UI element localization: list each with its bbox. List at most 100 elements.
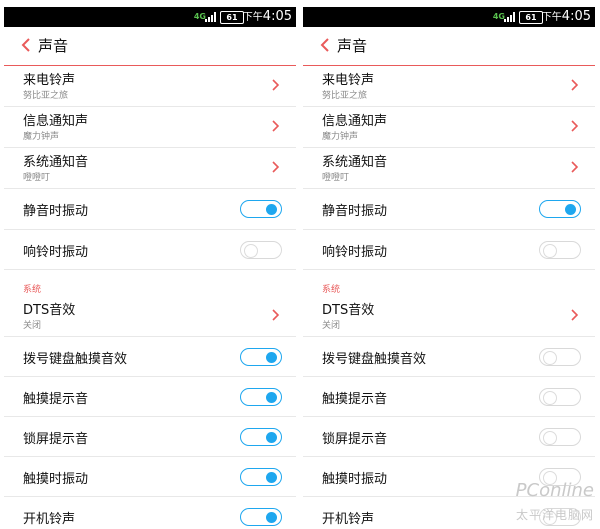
- setting-row[interactable]: 开机铃声: [4, 497, 296, 529]
- chevron-right-icon: [571, 79, 579, 91]
- signal-icon: [205, 11, 216, 22]
- toggle-knob: [543, 431, 557, 445]
- chevron-right-icon: [272, 79, 280, 91]
- setting-row[interactable]: 拨号键盘触摸音效: [303, 337, 595, 377]
- clock: 下午4:05: [243, 8, 292, 24]
- setting-value: 关闭: [322, 321, 341, 331]
- toggle-knob: [266, 352, 277, 363]
- clock-ampm: 下午: [242, 12, 263, 23]
- setting-label: 响铃时振动: [322, 245, 388, 260]
- setting-row[interactable]: 系统通知音 噔噔叮: [4, 148, 296, 189]
- toggle-switch[interactable]: [539, 428, 581, 446]
- toggle-switch[interactable]: [539, 348, 581, 366]
- toggle-knob: [266, 472, 277, 483]
- battery-icon: 61: [220, 11, 244, 24]
- setting-label: 开机铃声: [23, 512, 76, 527]
- status-bar: 4G 61 下午4:05: [303, 7, 595, 27]
- setting-row[interactable]: 静音时振动: [303, 189, 595, 230]
- setting-value: 噔噔叮: [23, 173, 51, 183]
- toggle-knob: [266, 512, 277, 523]
- setting-row[interactable]: 来电铃声 努比亚之旅: [4, 66, 296, 107]
- setting-label: 静音时振动: [23, 204, 89, 219]
- status-bar: 4G 61 下午4:05: [4, 7, 296, 27]
- back-arrow-icon[interactable]: [18, 36, 34, 54]
- chevron-right-icon: [272, 161, 280, 173]
- setting-value: 魔力钟声: [23, 132, 60, 142]
- setting-value: 关闭: [23, 321, 42, 331]
- setting-row[interactable]: 响铃时振动: [303, 230, 595, 270]
- setting-label: 触摸提示音: [23, 392, 89, 407]
- toggle-switch[interactable]: [240, 388, 282, 406]
- toggle-knob: [543, 244, 557, 258]
- toggle-switch[interactable]: [240, 508, 282, 526]
- chevron-right-icon: [272, 309, 280, 321]
- toggle-switch[interactable]: [240, 428, 282, 446]
- setting-label: 信息通知声: [322, 114, 388, 129]
- toggle-switch[interactable]: [539, 388, 581, 406]
- setting-row[interactable]: 拨号键盘触摸音效: [4, 337, 296, 377]
- setting-row[interactable]: 静音时振动: [4, 189, 296, 230]
- toggle-knob: [565, 204, 576, 215]
- watermark-logo: PConline 太平洋电脑网: [470, 478, 598, 526]
- toggle-knob: [266, 432, 277, 443]
- title-bar: 声音: [4, 27, 296, 66]
- clock-ampm: 下午: [541, 12, 562, 23]
- setting-row[interactable]: 锁屏提示音: [4, 417, 296, 457]
- clock: 下午4:05: [542, 8, 591, 24]
- setting-label: 拨号键盘触摸音效: [23, 352, 128, 367]
- setting-label: DTS音效: [23, 303, 76, 318]
- setting-label: 来电铃声: [23, 73, 76, 88]
- toggle-switch[interactable]: [240, 200, 282, 218]
- setting-row[interactable]: 触摸时振动: [4, 457, 296, 497]
- setting-row[interactable]: 来电铃声 努比亚之旅: [303, 66, 595, 107]
- setting-label: 系统通知音: [322, 155, 388, 170]
- setting-label: 触摸时振动: [322, 472, 388, 487]
- setting-label: 响铃时振动: [23, 245, 89, 260]
- setting-label: 来电铃声: [322, 73, 375, 88]
- toggle-switch[interactable]: [539, 200, 581, 218]
- toggle-knob: [266, 392, 277, 403]
- settings-list: 来电铃声 努比亚之旅 信息通知声 魔力钟声 系统通知音 噔噔叮 静音时振动 响铃时振动 系统 DT…: [4, 66, 296, 529]
- setting-label: 触摸提示音: [322, 392, 388, 407]
- setting-row[interactable]: 信息通知声 魔力钟声: [303, 107, 595, 148]
- toggle-switch[interactable]: [539, 241, 581, 259]
- setting-value: 魔力钟声: [322, 132, 359, 142]
- toggle-knob: [543, 391, 557, 405]
- setting-row[interactable]: DTS音效关闭: [303, 296, 595, 337]
- watermark-main: PConline: [515, 480, 594, 501]
- toggle-switch[interactable]: [240, 348, 282, 366]
- battery-icon: 61: [519, 11, 543, 24]
- setting-label: 开机铃声: [322, 512, 375, 527]
- setting-value: 噔噔叮: [322, 173, 350, 183]
- setting-label: 触摸时振动: [23, 472, 89, 487]
- signal-icon: [504, 11, 515, 22]
- section-header: 系统: [4, 270, 296, 296]
- section-label: 系统: [322, 285, 341, 295]
- setting-label: DTS音效: [322, 303, 375, 318]
- chevron-right-icon: [272, 120, 280, 132]
- toggle-switch[interactable]: [240, 241, 282, 259]
- setting-row[interactable]: 响铃时振动: [4, 230, 296, 270]
- page-title: 声音: [337, 37, 368, 55]
- setting-label: 静音时振动: [322, 204, 388, 219]
- setting-label: 锁屏提示音: [322, 432, 388, 447]
- toggle-switch[interactable]: [240, 468, 282, 486]
- setting-row[interactable]: 信息通知声 魔力钟声: [4, 107, 296, 148]
- chevron-right-icon: [571, 161, 579, 173]
- setting-value: 努比亚之旅: [322, 91, 368, 101]
- section-label: 系统: [23, 285, 42, 295]
- left-screenshot: 4G 61 下午4:05 声音 来电铃声 努比亚之旅信息通知声魔力钟声系统通知音噔…: [4, 7, 296, 529]
- back-arrow-icon[interactable]: [317, 36, 333, 54]
- toggle-knob: [543, 351, 557, 365]
- setting-row[interactable]: 系统通知音 噔噔叮: [303, 148, 595, 189]
- chevron-right-icon: [571, 309, 579, 321]
- setting-row[interactable]: 触摸提示音: [4, 377, 296, 417]
- clock-time: 4:05: [561, 9, 591, 24]
- setting-row[interactable]: DTS音效关闭: [4, 296, 296, 337]
- setting-label: 信息通知声: [23, 114, 89, 129]
- setting-row[interactable]: 锁屏提示音: [303, 417, 595, 457]
- setting-label: 锁屏提示音: [23, 432, 89, 447]
- toggle-knob: [244, 244, 258, 258]
- page-title: 声音: [38, 37, 69, 55]
- setting-row[interactable]: 触摸提示音: [303, 377, 595, 417]
